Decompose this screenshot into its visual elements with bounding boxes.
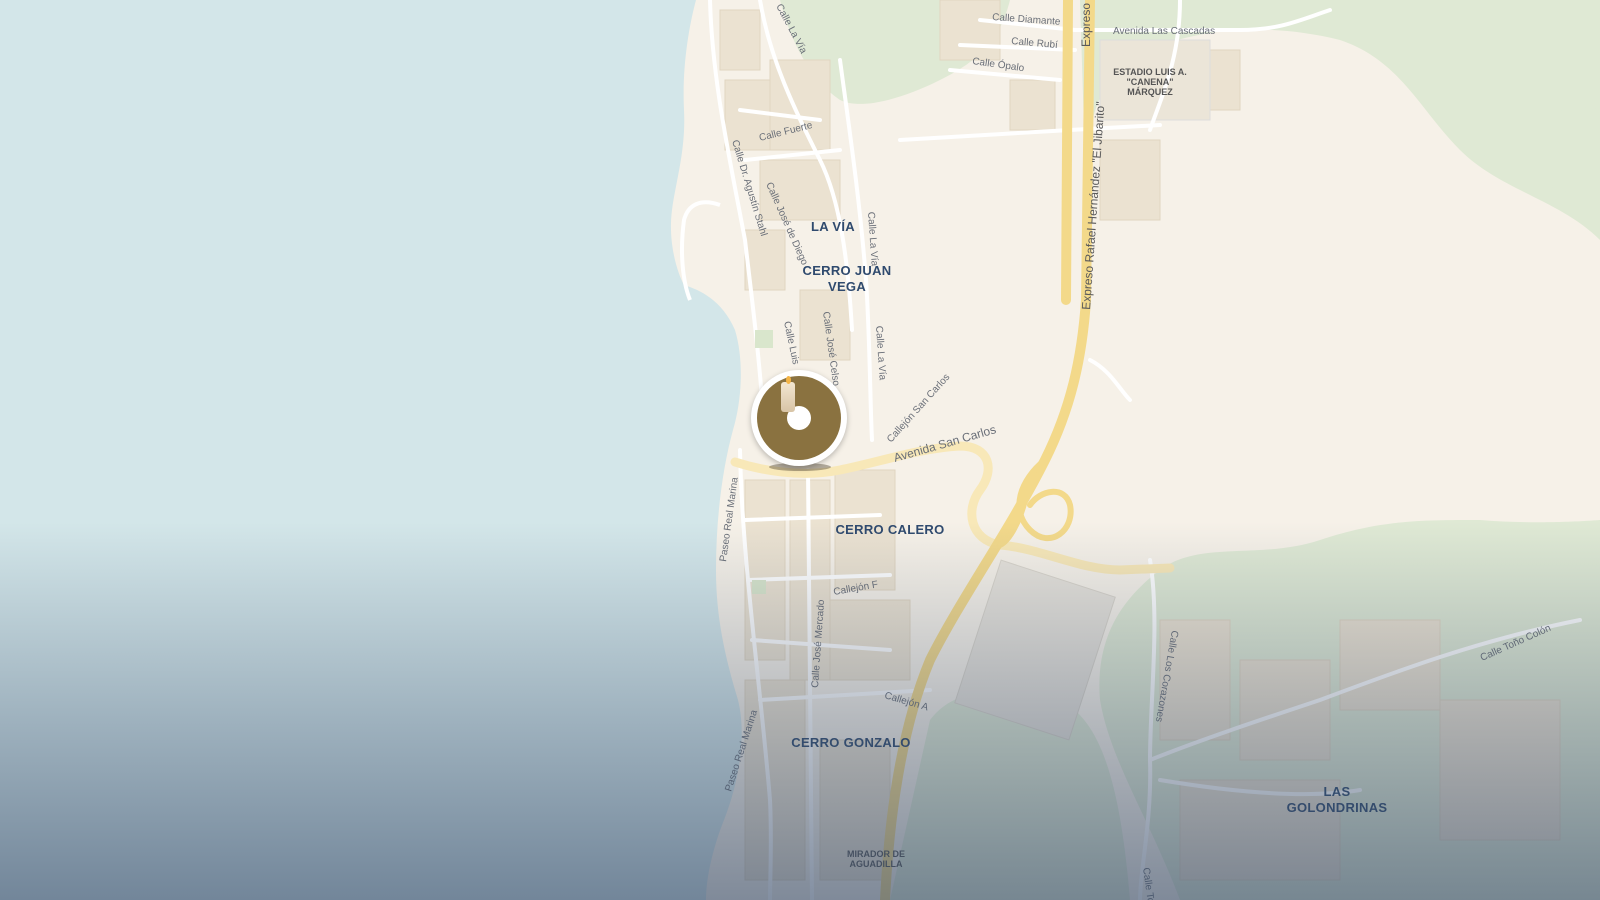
label-cerro-juan-vega-line2: VEGA [828, 279, 866, 294]
label-las-golondrinas-line1: LAS [1324, 784, 1351, 799]
label-mirador-line1: MIRADOR DE [847, 849, 905, 859]
label-las-golondrinas-line2: GOLONDRINAS [1287, 800, 1388, 815]
label-estadio-line3: MÁRQUEZ [1127, 87, 1173, 97]
label-estadio-line1: ESTADIO LUIS A. [1113, 67, 1187, 77]
label-cerro-gonzalo: CERRO GONZALO [791, 735, 910, 750]
sea [0, 0, 742, 900]
label-la-via: LA VÍA [811, 219, 855, 234]
street-avenida-las-cascadas: Avenida Las Cascadas [1113, 26, 1215, 37]
map-marker[interactable] [751, 370, 847, 471]
street-expreso-top: Expreso [1079, 3, 1093, 47]
label-mirador-line2: AGUADILLA [850, 859, 903, 869]
candle-icon [781, 382, 795, 412]
flame-icon [786, 376, 791, 384]
plaza [755, 330, 773, 348]
label-cerro-calero: CERRO CALERO [835, 522, 944, 537]
plaza-2 [752, 580, 766, 594]
label-estadio-line2: "CANENA" [1126, 77, 1173, 87]
